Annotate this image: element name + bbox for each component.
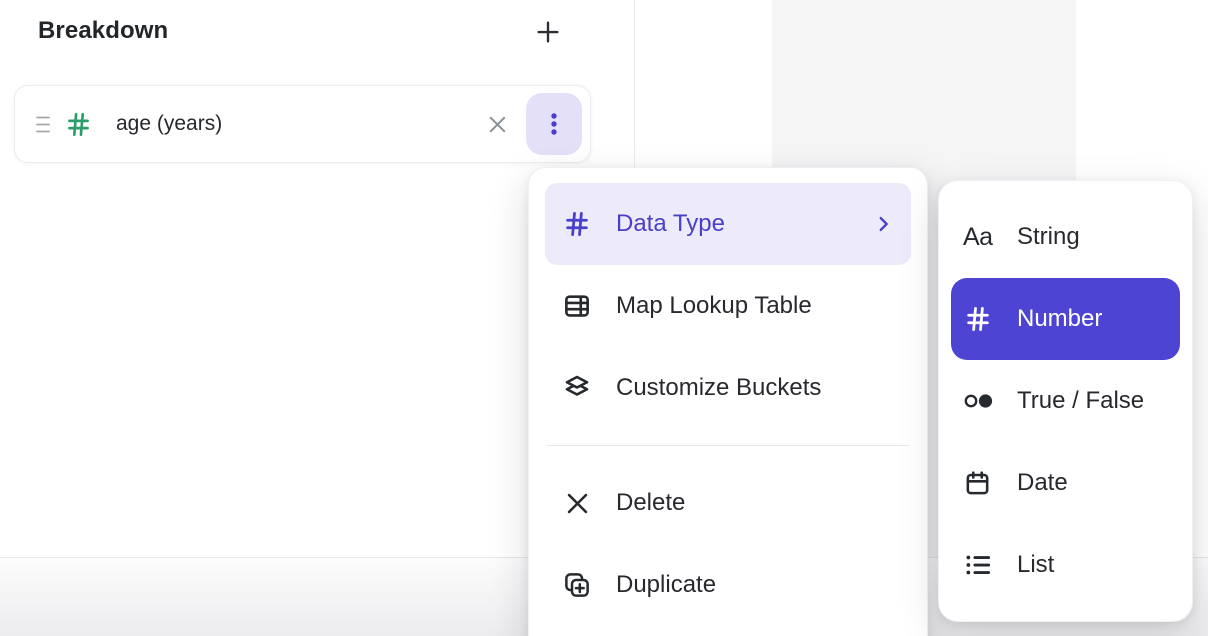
menu-item-map-lookup-table[interactable]: Map Lookup Table (545, 265, 911, 347)
hash-icon (963, 304, 999, 334)
x-icon (562, 490, 592, 517)
menu-item-label: Delete (616, 489, 685, 517)
data-type-submenu: Aa String Number True / False (938, 180, 1193, 622)
toggle-circles-icon (963, 389, 999, 413)
menu-item-label: Customize Buckets (616, 374, 821, 402)
submenu-item-list[interactable]: List (951, 524, 1180, 606)
drag-handle-icon[interactable] (36, 115, 50, 134)
field-label: age (years) (116, 112, 480, 136)
menu-item-label: String (1017, 223, 1080, 251)
menu-item-duplicate[interactable]: Duplicate (545, 544, 911, 626)
menu-item-label: Duplicate (616, 571, 716, 599)
close-icon (486, 113, 509, 136)
menu-item-label: True / False (1017, 387, 1144, 415)
submenu-item-true-false[interactable]: True / False (951, 360, 1180, 442)
layers-icon (562, 373, 592, 403)
plus-icon (533, 17, 563, 47)
menu-item-label: List (1017, 551, 1054, 579)
menu-item-label: Data Type (616, 210, 725, 238)
duplicate-icon (562, 570, 592, 600)
menu-item-data-type[interactable]: Data Type (545, 183, 911, 265)
field-menu-button[interactable] (526, 93, 582, 155)
chevron-right-icon (872, 213, 894, 235)
breakdown-panel-title: Breakdown (38, 17, 168, 45)
add-breakdown-button[interactable] (531, 15, 565, 49)
list-icon (963, 550, 999, 580)
menu-item-delete[interactable]: Delete (545, 462, 911, 544)
menu-item-label: Map Lookup Table (616, 292, 812, 320)
hash-icon (64, 110, 93, 139)
submenu-item-string[interactable]: Aa String (951, 196, 1180, 278)
aa-icon: Aa (963, 223, 999, 252)
kebab-menu-icon (542, 111, 566, 137)
remove-field-button[interactable] (480, 107, 514, 141)
menu-item-customize-buckets[interactable]: Customize Buckets (545, 347, 911, 429)
menu-divider (547, 445, 909, 446)
menu-item-label: Date (1017, 469, 1068, 497)
submenu-item-date[interactable]: Date (951, 442, 1180, 524)
breakdown-field-card: age (years) (14, 85, 591, 163)
app-stage: Breakdown age (years) (0, 0, 1208, 636)
table-icon (562, 291, 592, 321)
submenu-item-number[interactable]: Number (951, 278, 1180, 360)
menu-item-label: Number (1017, 305, 1102, 333)
calendar-icon (963, 469, 999, 498)
hash-icon (562, 209, 592, 239)
field-context-menu: Data Type Map Lookup Table (528, 167, 928, 636)
